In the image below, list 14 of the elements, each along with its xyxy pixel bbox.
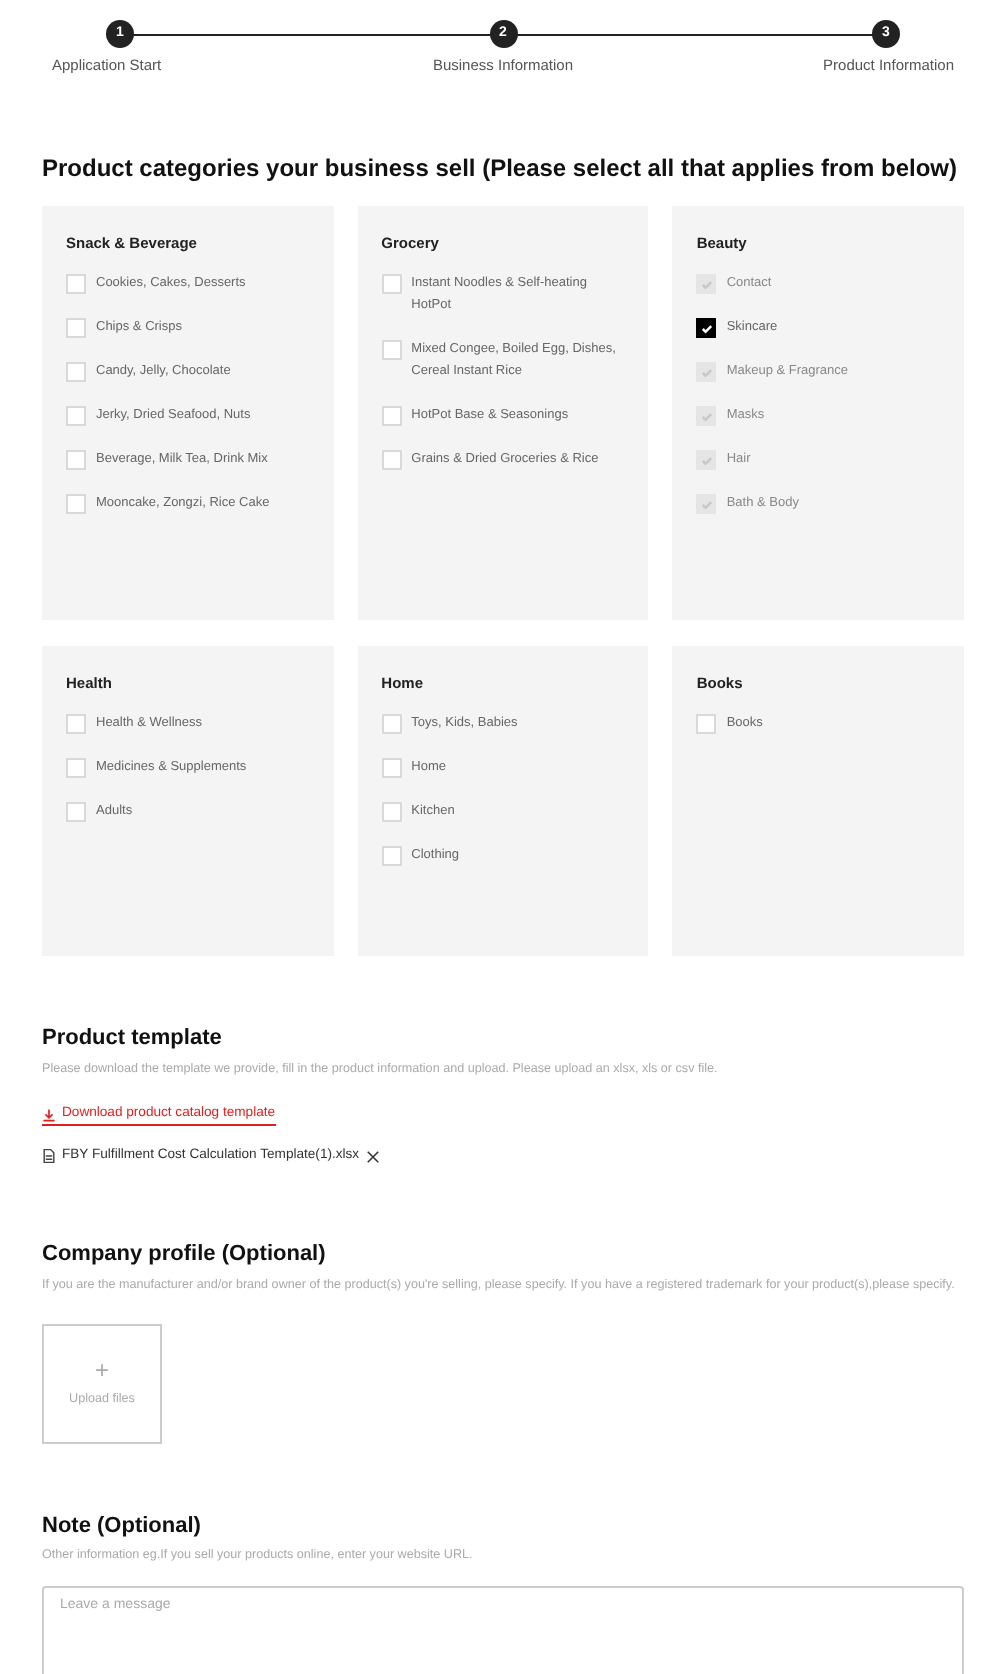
check-icon bbox=[699, 409, 714, 424]
download-icon bbox=[42, 1107, 56, 1122]
section-title: Product categories your business sell (Please select all that applies from below) bbox=[42, 152, 959, 186]
section-title: Company profile (Optional) bbox=[42, 1240, 328, 1271]
section-title: Product template bbox=[42, 1024, 224, 1054]
check-icon bbox=[699, 321, 714, 336]
check-icon bbox=[699, 497, 714, 512]
check-icon bbox=[699, 453, 714, 468]
checkbox[interactable] bbox=[696, 318, 717, 339]
section-title: Note (Optional) bbox=[42, 1511, 203, 1542]
close-icon[interactable] bbox=[365, 1149, 380, 1164]
check-icon bbox=[699, 277, 714, 292]
file-icon bbox=[42, 1148, 56, 1165]
check-icon bbox=[699, 365, 714, 380]
